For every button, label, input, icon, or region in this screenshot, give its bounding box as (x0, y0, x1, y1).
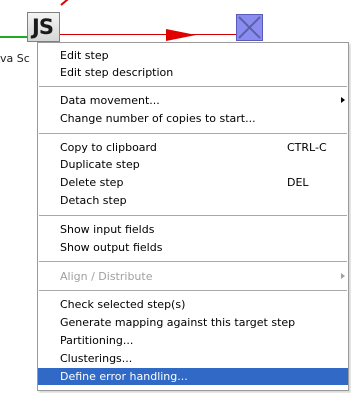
x-mark-icon (238, 16, 261, 39)
hop-arrow-icon (166, 29, 196, 41)
menu-separator (39, 133, 347, 134)
menu-item-delete-step[interactable]: Delete step DEL (38, 174, 348, 191)
menu-item-generate-mapping[interactable]: Generate mapping against this target ste… (38, 314, 348, 331)
menu-item-label: Copy to clipboard (60, 141, 157, 154)
step-name-label: va Sc (0, 52, 30, 65)
transformation-canvas[interactable]: JS va Sc Edit step Edit step description… (0, 0, 351, 393)
hop-line[interactable] (60, 34, 236, 35)
menu-separator (39, 86, 347, 87)
menu-separator (39, 290, 347, 291)
menu-item-clusterings[interactable]: Clusterings... (38, 350, 348, 367)
menu-item-align-distribute: Align / Distribute (38, 268, 348, 285)
menu-item-label: Align / Distribute (60, 270, 153, 283)
step-icon-text: JS (32, 15, 54, 39)
submenu-arrow-icon (341, 97, 345, 103)
step-context-menu: Edit step Edit step description Data mov… (37, 42, 349, 391)
menu-item-data-movement[interactable]: Data movement... (38, 92, 348, 109)
menu-item-show-output-fields[interactable]: Show output fields (38, 239, 348, 256)
menu-item-detach-step[interactable]: Detach step (38, 192, 348, 209)
shortcut-label: DEL (287, 176, 309, 189)
menu-item-edit-step[interactable]: Edit step (38, 47, 348, 64)
shortcut-label: CTRL-C (287, 141, 327, 154)
javascript-step-icon[interactable]: JS (27, 12, 60, 42)
menu-separator (39, 215, 347, 216)
menu-item-check-selected-steps[interactable]: Check selected step(s) (38, 296, 348, 313)
menu-separator (39, 261, 347, 262)
hop-indicator (60, 0, 73, 6)
menu-item-copy-to-clipboard[interactable]: Copy to clipboard CTRL-C (38, 139, 348, 156)
menu-item-label: Data movement... (60, 94, 160, 107)
submenu-arrow-icon (341, 273, 345, 279)
menu-item-partitioning[interactable]: Partitioning... (38, 332, 348, 349)
menu-item-show-input-fields[interactable]: Show input fields (38, 221, 348, 238)
menu-item-define-error-handling[interactable]: Define error handling... (38, 368, 348, 385)
target-step-icon[interactable] (236, 14, 263, 41)
menu-item-duplicate-step[interactable]: Duplicate step (38, 156, 348, 173)
menu-item-label: Delete step (60, 176, 124, 189)
menu-item-change-copies[interactable]: Change number of copies to start... (38, 110, 348, 127)
menu-item-edit-step-description[interactable]: Edit step description (38, 64, 348, 81)
